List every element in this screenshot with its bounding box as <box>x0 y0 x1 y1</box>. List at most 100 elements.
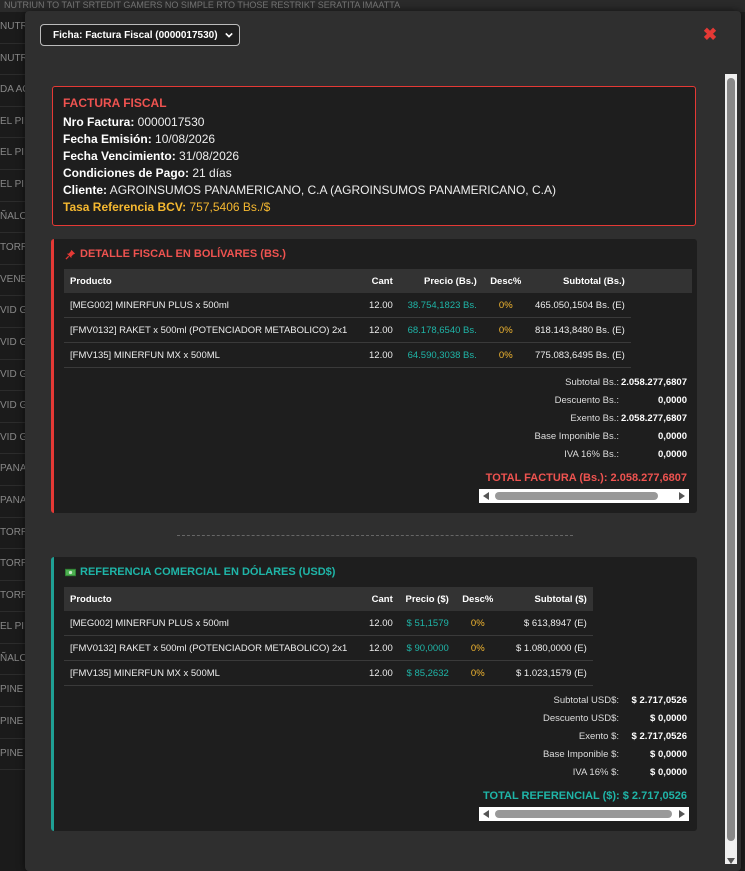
cell-price: 64.590,3038 Bs. <box>398 342 483 368</box>
invoice-field-value: 31/08/2026 <box>175 149 240 163</box>
cell-subtotal: 465.050,1504 Bs. (E) <box>528 293 631 318</box>
bs-horizontal-scrollbar[interactable] <box>479 489 689 503</box>
cell-product: [FMV0132] RAKET x 500ml (POTENCIADOR MET… <box>64 635 363 661</box>
col-price: Precio (Bs.) <box>398 269 483 293</box>
bs-totals: Subtotal Bs.: 2.058.277,6807 Descuento Bs.… <box>535 374 688 464</box>
usd-horizontal-scrollbar[interactable] <box>479 807 689 821</box>
cell-subtotal: 775.083,6495 Bs. (E) <box>528 342 631 368</box>
money-icon <box>65 568 76 576</box>
background-list-item: TORR <box>0 518 26 550</box>
total-value: 0,0000 <box>657 395 687 406</box>
scroll-right-icon[interactable] <box>679 492 685 500</box>
scroll-right-icon[interactable] <box>679 810 685 818</box>
total-row: Exento $: $ 2.717,0526 <box>543 728 687 746</box>
modal-content: FACTURA FISCAL Nro Factura: 0000017530 Fe… <box>25 74 725 864</box>
total-value: 0,0000 <box>657 431 687 442</box>
invoice-field-label: Nro Factura: <box>63 115 135 129</box>
usd-items-table: Producto Cant Precio ($) Desc% Subtotal … <box>64 587 593 686</box>
total-value: 0,0000 <box>657 449 687 460</box>
total-value: $ 0,0000 <box>650 749 687 760</box>
total-row: IVA 16% $: $ 0,0000 <box>543 764 687 782</box>
invoice-field: Cliente: AGROINSUMOS PANAMERICANO, C.A (… <box>63 182 685 199</box>
cell-price: $ 90,0000 <box>398 635 455 661</box>
cell-product: [FMV0132] RAKET x 500ml (POTENCIADOR MET… <box>64 317 363 343</box>
total-row: Descuento Bs.: 0,0000 <box>535 392 687 410</box>
background-list-item: EL PIN <box>0 170 26 202</box>
total-value: 2.058.277,6807 <box>620 413 687 424</box>
bs-section-title-text: DETALLE FISCAL EN BOLÍVARES (BS.) <box>80 248 286 260</box>
background-list-item: TORR <box>0 581 26 613</box>
col-product: Producto <box>64 269 363 293</box>
total-label: Subtotal Bs.: <box>565 377 619 388</box>
cell-qty: 12.00 <box>363 660 399 686</box>
cell-discount: 0% <box>482 293 529 318</box>
vertical-scrollbar[interactable] <box>725 74 737 864</box>
document-selector[interactable]: Ficha: Factura Fiscal (0000017530) <box>40 24 240 46</box>
invoice-title: FACTURA FISCAL <box>63 96 167 110</box>
close-button[interactable]: ✖ <box>702 26 718 43</box>
background-topbar-text: NUTRIUN TO TAIT SRTEDIT GAMERS NO SIMPLE… <box>4 0 401 10</box>
cell-price: $ 51,1579 <box>398 611 455 636</box>
total-value: $ 0,0000 <box>650 713 687 724</box>
document-selector-value: Ficha: Factura Fiscal (0000017530) <box>53 29 218 41</box>
background-list-item: PINE <box>0 707 26 739</box>
bs-detail-section: DETALLE FISCAL EN BOLÍVARES (BS.) Produc… <box>51 239 697 513</box>
cell-discount: 0% <box>482 342 529 368</box>
vertical-scroll-thumb[interactable] <box>727 78 735 841</box>
total-row: Subtotal USD$: $ 2.717,0526 <box>543 692 687 710</box>
table-row: [FMV0132] RAKET x 500ml (POTENCIADOR MET… <box>64 635 593 661</box>
table-header-row: Producto Cant Precio ($) Desc% Subtotal … <box>64 587 593 611</box>
background-list-item: VID G <box>0 391 26 423</box>
background-list-item: VID G <box>0 296 26 328</box>
total-label: Subtotal USD$: <box>553 695 619 706</box>
col-price: Precio ($) <box>398 587 455 611</box>
scroll-thumb[interactable] <box>495 492 658 500</box>
col-subtotal: Subtotal ($) <box>500 587 593 611</box>
col-subtotal: Subtotal (Bs.) <box>528 269 631 293</box>
total-value: $ 0,0000 <box>650 767 687 778</box>
background-list-item: DA AG <box>0 75 26 107</box>
modal-body[interactable]: FACTURA FISCAL Nro Factura: 0000017530 Fe… <box>25 74 737 864</box>
background-list-item: EL PIN <box>0 107 26 139</box>
invoice-field: Fecha Emisión: 10/08/2026 <box>63 131 685 148</box>
usd-reference-section: REFERENCIA COMERCIAL EN DÓLARES (USD$) P… <box>51 557 697 831</box>
usd-totals: Subtotal USD$: $ 2.717,0526 Descuento USD$… <box>543 692 687 782</box>
invoice-field-label: Fecha Emisión: <box>63 132 152 146</box>
scroll-left-icon[interactable] <box>483 492 489 500</box>
total-label: Base Imponible $: <box>542 749 619 760</box>
scroll-thumb[interactable] <box>495 810 672 818</box>
cell-discount: 0% <box>454 660 501 686</box>
section-divider <box>177 535 573 536</box>
background-list-item: ÑALOZ <box>0 644 26 676</box>
invoice-field-label: Condiciones de Pago: <box>63 166 190 180</box>
bs-items-table: Producto Cant Precio (Bs.) Desc% Subtota… <box>64 269 692 368</box>
cell-qty: 12.00 <box>363 317 399 343</box>
usd-section-title-text: REFERENCIA COMERCIAL EN DÓLARES (USD$) <box>80 566 336 578</box>
cell-price: $ 85,2632 <box>398 660 455 686</box>
scroll-left-icon[interactable] <box>483 810 489 818</box>
cell-product: [FMV135] MINERFUN MX x 500ML <box>64 342 363 368</box>
total-row: IVA 16% Bs.: 0,0000 <box>535 446 687 464</box>
scroll-down-icon[interactable] <box>727 858 735 864</box>
invoice-field-label: Cliente: <box>63 183 108 197</box>
cell-spacer <box>631 318 692 343</box>
col-qty: Cant <box>363 587 399 611</box>
background-list-item: TORR <box>0 233 26 265</box>
background-list-item: ÑALOZ <box>0 202 26 234</box>
table-row: [FMV0132] RAKET x 500ml (POTENCIADOR MET… <box>64 317 692 343</box>
table-row: [FMV135] MINERFUN MX x 500ML 12.00 $ 85,26… <box>64 660 593 686</box>
invoice-field-value: 21 días <box>189 166 232 180</box>
background-list-item: TORR <box>0 549 26 581</box>
cell-spacer <box>631 343 692 368</box>
total-label: Base Imponible Bs.: <box>534 431 620 442</box>
total-label: Descuento Bs.: <box>554 395 619 406</box>
background-list-item: EL PIN <box>0 138 26 170</box>
background-list-item: VID G <box>0 328 26 360</box>
cell-product: [MEG002] MINERFUN PLUS x 500ml <box>64 611 363 636</box>
invoice-field: Nro Factura: 0000017530 <box>63 114 685 131</box>
background-list-item: PANA <box>0 454 26 486</box>
cell-price: 38.754,1823 Bs. <box>398 293 483 318</box>
cell-discount: 0% <box>454 611 501 636</box>
col-discount: Desc% <box>454 587 501 611</box>
chevron-down-icon <box>225 32 233 38</box>
